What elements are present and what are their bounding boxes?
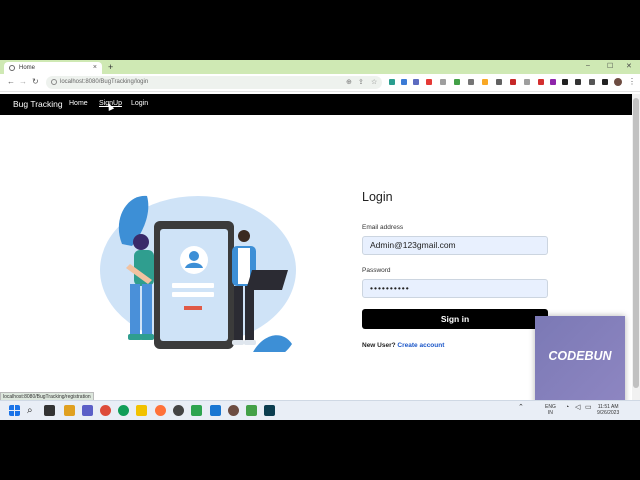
extension-icon[interactable] <box>389 79 395 85</box>
extension-icon[interactable] <box>550 79 556 85</box>
close-tab-icon[interactable]: × <box>93 64 97 71</box>
forward-button[interactable]: → <box>19 77 27 86</box>
woman-leg <box>130 284 140 336</box>
phone-input-line <box>172 292 214 297</box>
tab-title: Home <box>19 65 36 71</box>
password-label: Password <box>362 267 391 274</box>
extension-icon[interactable] <box>440 79 446 85</box>
menu-kebab-icon[interactable]: ⋮ <box>628 77 636 86</box>
extension-icon[interactable] <box>468 79 474 85</box>
app-icon[interactable] <box>191 405 202 416</box>
page-scrollbar[interactable] <box>632 94 640 400</box>
volume-icon[interactable]: ◁ <box>575 404 580 411</box>
woman-leg <box>142 284 152 336</box>
profile-avatar[interactable] <box>614 78 622 86</box>
sidebar-icon[interactable] <box>602 79 608 85</box>
new-user-text: New User? <box>362 342 396 349</box>
back-button[interactable]: ← <box>7 77 15 86</box>
email-input[interactable]: Admin@123gmail.com <box>362 236 548 255</box>
extension-icon[interactable] <box>482 79 488 85</box>
login-illustration <box>100 195 296 352</box>
browser-tab-home[interactable]: Home × <box>4 62 102 74</box>
widgets-icon[interactable] <box>64 405 75 416</box>
extension-icon[interactable] <box>510 79 516 85</box>
app-icon[interactable] <box>173 405 184 416</box>
url-input[interactable]: localhost:8080/BugTracking/login ⊕ ⇪ ☆ <box>46 76 382 89</box>
extension-icon[interactable] <box>524 79 530 85</box>
windows-start-icon[interactable] <box>9 405 20 416</box>
search-icon[interactable]: ⌕ <box>27 405 38 416</box>
extension-icon[interactable] <box>454 79 460 85</box>
extension-icon[interactable] <box>426 79 432 85</box>
nav-link-home[interactable]: Home <box>69 100 88 107</box>
man-leg <box>234 286 243 342</box>
language-indicator[interactable]: ENG IN <box>545 404 556 416</box>
bookmark-star-icon[interactable]: ☆ <box>371 78 377 86</box>
globe-icon <box>9 65 15 71</box>
app-icon[interactable] <box>246 405 257 416</box>
create-account-link[interactable]: Create account <box>397 342 444 349</box>
media-icon[interactable] <box>589 79 595 85</box>
close-window-button[interactable]: ✕ <box>626 62 632 70</box>
new-user-prompt: New User? Create account <box>362 342 444 349</box>
language-bottom: IN <box>547 410 553 416</box>
codebun-watermark: CODEBUN <box>535 316 625 406</box>
scrollbar-thumb[interactable] <box>633 98 639 388</box>
email-label: Email address <box>362 224 404 231</box>
login-title: Login <box>362 190 393 204</box>
battery-icon[interactable]: ▭ <box>585 404 592 411</box>
maximize-button[interactable]: ☐ <box>607 62 613 70</box>
extension-icon[interactable] <box>538 79 544 85</box>
chrome-icon[interactable] <box>100 405 111 416</box>
share-icon[interactable]: ⇪ <box>358 78 364 86</box>
extension-icon[interactable] <box>401 79 407 85</box>
firefox-icon[interactable] <box>155 405 166 416</box>
extension-icon[interactable] <box>496 79 502 85</box>
taskbar: ⌕ ⌃ ENG IN ◔ ◁ ▭ 11:51 AM 9/26/2023 <box>0 400 640 420</box>
woman-hair <box>133 234 149 250</box>
man-leg <box>245 286 254 342</box>
minimize-button[interactable]: – <box>586 62 590 69</box>
clock-date: 9/26/2023 <box>597 410 620 416</box>
woman-shoe <box>128 334 142 340</box>
app-icon[interactable] <box>210 405 221 416</box>
phone-input-line <box>172 283 214 288</box>
task-view-icon[interactable] <box>44 405 55 416</box>
man-shoe <box>244 340 256 345</box>
clock[interactable]: 11:51 AM 9/26/2023 <box>597 404 619 416</box>
tray-overflow-icon[interactable]: ⌃ <box>518 404 524 411</box>
screen: Home × + – ☐ ✕ ← → ↻ localhost:8080/BugT… <box>0 60 640 420</box>
woman-shoe <box>140 334 154 340</box>
navbar-brand[interactable]: Bug Tracking <box>13 99 63 109</box>
new-tab-button[interactable]: + <box>108 62 113 72</box>
address-bar-row: ← → ↻ localhost:8080/BugTracking/login ⊕… <box>0 74 640 92</box>
chat-icon[interactable] <box>82 405 93 416</box>
man-undershirt <box>238 248 250 284</box>
edge-icon[interactable] <box>118 405 129 416</box>
man-shoe <box>232 340 244 345</box>
app-icon[interactable] <box>264 405 275 416</box>
app-icon[interactable] <box>228 405 239 416</box>
reload-button[interactable]: ↻ <box>32 77 39 86</box>
extension-icon[interactable] <box>413 79 419 85</box>
codebun-text: CODEBUN <box>548 349 612 363</box>
extensions-puzzle-icon[interactable] <box>575 79 581 85</box>
wifi-icon[interactable]: ◔ <box>565 404 569 411</box>
sign-in-button[interactable]: Sign in <box>362 309 548 329</box>
file-explorer-icon[interactable] <box>136 405 147 416</box>
site-info-icon[interactable] <box>51 79 57 85</box>
leaf-icon <box>253 335 292 352</box>
url-text: localhost:8080/BugTracking/login <box>60 79 149 85</box>
avatar-head <box>189 251 199 261</box>
browser-tab-strip: Home × + – ☐ ✕ <box>0 60 640 74</box>
password-input[interactable]: •••••••••• <box>362 279 548 298</box>
site-navbar: Bug Tracking Home SignUp Login <box>0 94 632 115</box>
nav-link-login[interactable]: Login <box>131 100 148 107</box>
zoom-icon[interactable]: ⊕ <box>346 78 352 86</box>
extension-icon[interactable] <box>562 79 568 85</box>
man-head <box>238 230 250 242</box>
phone-button <box>184 306 202 310</box>
